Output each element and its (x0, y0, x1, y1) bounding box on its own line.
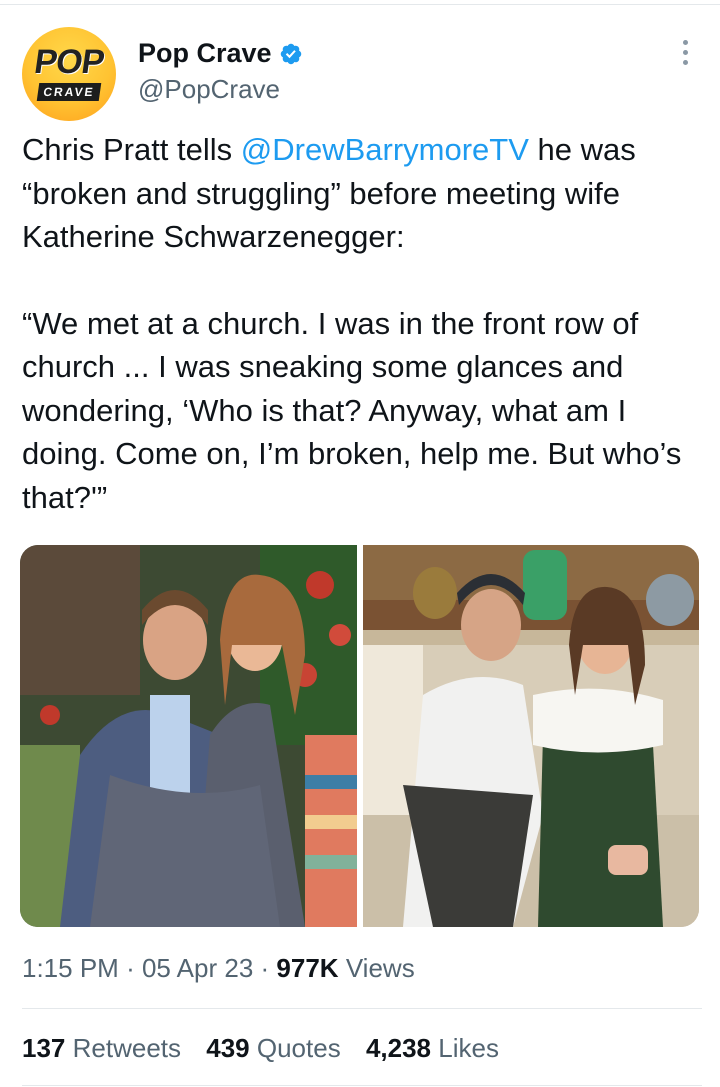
meta-separator: · (260, 953, 270, 983)
avatar-logo-pop: POP (31, 43, 107, 81)
display-name[interactable]: Pop Crave (138, 38, 272, 69)
author-handle[interactable]: @PopCrave (138, 74, 280, 105)
media-grid (20, 545, 699, 927)
views-label: Views (345, 953, 415, 983)
meta-separator: · (126, 953, 135, 983)
more-options-icon[interactable] (676, 40, 694, 70)
mention-link[interactable]: @DrewBarrymoreTV (241, 132, 529, 167)
retweets-stat[interactable]: 137 Retweets (22, 1033, 181, 1064)
tweet-time[interactable]: 1:15 PM (22, 953, 119, 983)
photo-couple-garden[interactable] (20, 545, 357, 927)
views-count: 977K (276, 953, 339, 983)
tweet-text: Chris Pratt tells @DrewBarrymoreTV he wa… (22, 128, 702, 519)
divider-below-stats (22, 1085, 702, 1086)
likes-label: Likes (438, 1033, 499, 1063)
tweet-date[interactable]: 05 Apr 23 (142, 953, 253, 983)
retweets-label: Retweets (72, 1033, 182, 1063)
divider-above-stats (22, 1008, 702, 1009)
tweet-paragraph-intro: Chris Pratt tells @DrewBarrymoreTV he wa… (22, 128, 702, 259)
tweet-text-prefix: Chris Pratt tells (22, 132, 241, 167)
verified-badge-icon (280, 43, 301, 64)
likes-stat[interactable]: 4,238 Likes (366, 1033, 499, 1064)
quotes-label: Quotes (256, 1033, 341, 1063)
top-divider (0, 4, 720, 5)
engagement-stats: 137 Retweets 439 Quotes 4,238 Likes (22, 1033, 517, 1064)
quotes-stat[interactable]: 439 Quotes (206, 1033, 340, 1064)
tweet-paragraph-quote: “We met at a church. I was in the front … (22, 305, 682, 515)
quotes-count: 439 (206, 1033, 250, 1063)
likes-count: 4,238 (365, 1033, 432, 1063)
avatar[interactable]: POP CRAVE (22, 27, 116, 121)
tweet-meta: 1:15 PM · 05 Apr 23 · 977K Views (22, 953, 415, 984)
retweets-count: 137 (22, 1033, 66, 1063)
author-name-row: Pop Crave (138, 38, 303, 69)
photo-couple-sofa[interactable] (363, 545, 699, 927)
avatar-logo-crave: CRAVE (36, 83, 102, 101)
